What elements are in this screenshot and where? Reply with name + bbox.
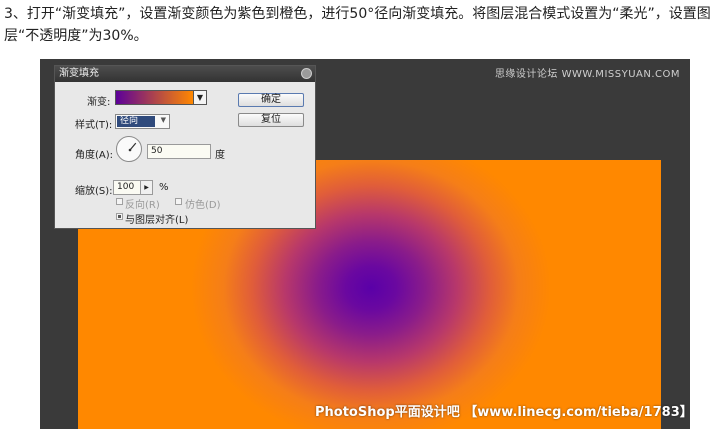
gradient-preview[interactable] (116, 91, 193, 104)
dialog-title: 渐变填充 (59, 68, 99, 79)
photoshop-workspace: 思缘设计论坛 WWW.MISSYUAN.COM PhotoShop平面设计吧 【… (40, 59, 690, 429)
scale-unit: % (159, 182, 169, 193)
scale-input[interactable]: 100 (113, 180, 141, 195)
watermark-top: 思缘设计论坛 WWW.MISSYUAN.COM (494, 69, 680, 80)
angle-dial-icon[interactable] (116, 136, 142, 162)
scale-label: 缩放(S): (75, 186, 113, 197)
close-icon[interactable] (301, 68, 312, 79)
style-label: 样式(T): (75, 120, 113, 131)
gradient-fill-dialog: 渐变填充 渐变: ▼ 确定 复位 样式(T): 径向 ▼ 角度(A): 50 度… (54, 65, 316, 229)
reverse-label: 反向(R) (125, 200, 160, 211)
style-select[interactable]: 径向 ▼ (115, 114, 170, 129)
style-value: 径向 (117, 116, 155, 127)
ok-button[interactable]: 确定 (238, 93, 304, 107)
watermark-bottom: PhotoShop平面设计吧 【www.linecg.com/tieba/178… (315, 405, 690, 420)
gradient-picker[interactable]: ▼ (115, 90, 207, 105)
angle-input[interactable]: 50 (147, 144, 211, 159)
align-layer-checkbox[interactable] (116, 213, 123, 220)
chevron-down-icon: ▼ (160, 116, 166, 124)
dither-checkbox[interactable] (175, 198, 182, 205)
angle-label: 角度(A): (75, 150, 114, 161)
reset-button[interactable]: 复位 (238, 113, 304, 127)
align-layer-label: 与图层对齐(L) (125, 215, 189, 226)
instruction-text: 3、打开“渐变填充”，设置渐变颜色为紫色到橙色，进行50°径向渐变填充。将图层混… (4, 6, 711, 44)
scale-stepper-arrow-icon[interactable]: ▶ (140, 180, 153, 195)
gradient-label: 渐变: (87, 97, 111, 108)
dither-label: 仿色(D) (185, 200, 221, 211)
dialog-titlebar: 渐变填充 (55, 66, 315, 82)
angle-unit: 度 (215, 150, 225, 161)
chevron-down-icon[interactable]: ▼ (193, 91, 206, 104)
reverse-checkbox[interactable] (116, 198, 123, 205)
